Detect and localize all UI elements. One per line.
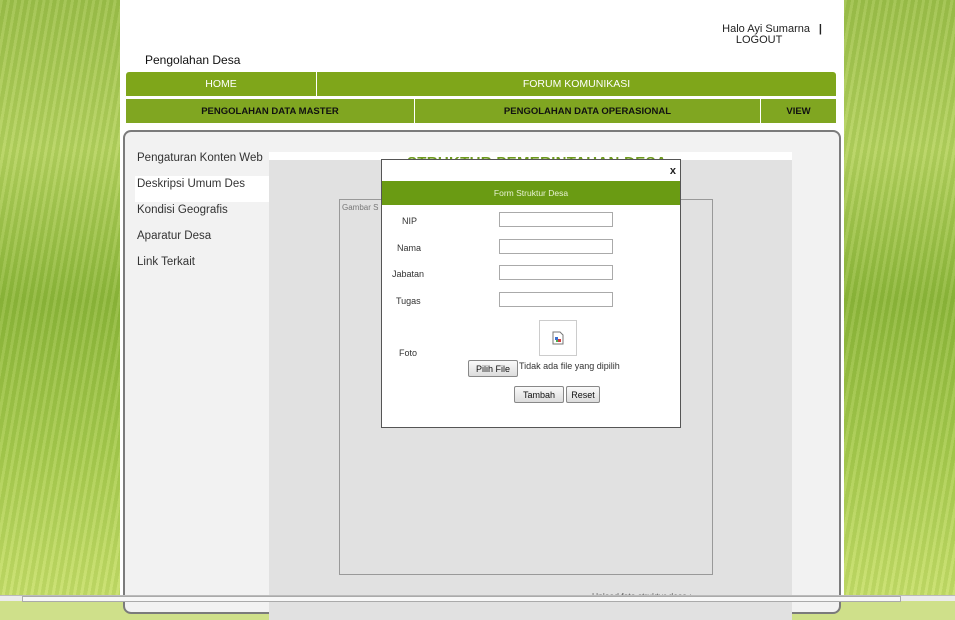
label-tugas: Tugas — [396, 296, 421, 306]
label-jabatan: Jabatan — [392, 269, 425, 279]
secondary-nav: PENGOLAHAN DATA MASTER PENGOLAHAN DATA O… — [126, 99, 836, 123]
form-modal: x Form Struktur Desa NIP Nama Jabatan Tu… — [381, 159, 681, 428]
primary-nav: HOME FORUM KOMUNIKASI — [126, 72, 836, 96]
nama-input[interactable] — [499, 239, 613, 254]
broken-image-icon — [552, 331, 564, 345]
scrollbar-thumb[interactable] — [22, 596, 901, 602]
tugas-input[interactable] — [499, 292, 613, 307]
close-icon[interactable]: x — [670, 165, 676, 177]
choose-file-button[interactable]: Pilih File — [468, 360, 518, 377]
sidebar-item-aparatur[interactable]: Aparatur Desa — [135, 228, 269, 254]
sidebar-item-link[interactable]: Link Terkait — [135, 254, 269, 280]
greeting-separator: | — [818, 23, 822, 35]
no-file-text: Tidak ada file yang dipilih — [519, 361, 620, 371]
logout-link[interactable]: LOGOUT — [722, 35, 796, 46]
nav-home[interactable]: HOME — [126, 72, 317, 96]
nav-data-operasional[interactable]: PENGOLAHAN DATA OPERASIONAL — [415, 99, 761, 123]
nav-data-master[interactable]: PENGOLAHAN DATA MASTER — [126, 99, 415, 123]
photo-preview — [539, 320, 577, 356]
modal-title: Form Struktur Desa — [382, 181, 680, 205]
sidebar-item-deskripsi[interactable]: Deskripsi Umum Des — [135, 176, 269, 202]
nav-forum[interactable]: FORUM KOMUNIKASI — [317, 72, 836, 96]
background-grass-left — [0, 0, 120, 601]
sidebar-item-pengaturan[interactable]: Pengaturan Konten Web — [135, 150, 269, 176]
background-grass-right — [844, 0, 955, 601]
user-greeting: Halo Ayi Sumarna | LOGOUT — [722, 24, 822, 46]
sidebar-item-geografis[interactable]: Kondisi Geografis — [135, 202, 269, 228]
tambah-button[interactable]: Tambah — [514, 386, 564, 403]
photo-alt-text: Gambar S — [342, 203, 379, 212]
label-foto: Foto — [399, 348, 418, 358]
horizontal-scrollbar[interactable] — [0, 595, 955, 602]
jabatan-input[interactable] — [499, 265, 613, 280]
label-nip: NIP — [402, 216, 418, 226]
sidebar-menu: Pengaturan Konten Web Deskripsi Umum Des… — [135, 150, 269, 280]
nav-view[interactable]: VIEW — [761, 99, 836, 123]
label-nama: Nama — [397, 243, 422, 253]
reset-button[interactable]: Reset — [566, 386, 600, 403]
site-title: Pengolahan Desa — [145, 53, 241, 67]
nip-input[interactable] — [499, 212, 613, 227]
